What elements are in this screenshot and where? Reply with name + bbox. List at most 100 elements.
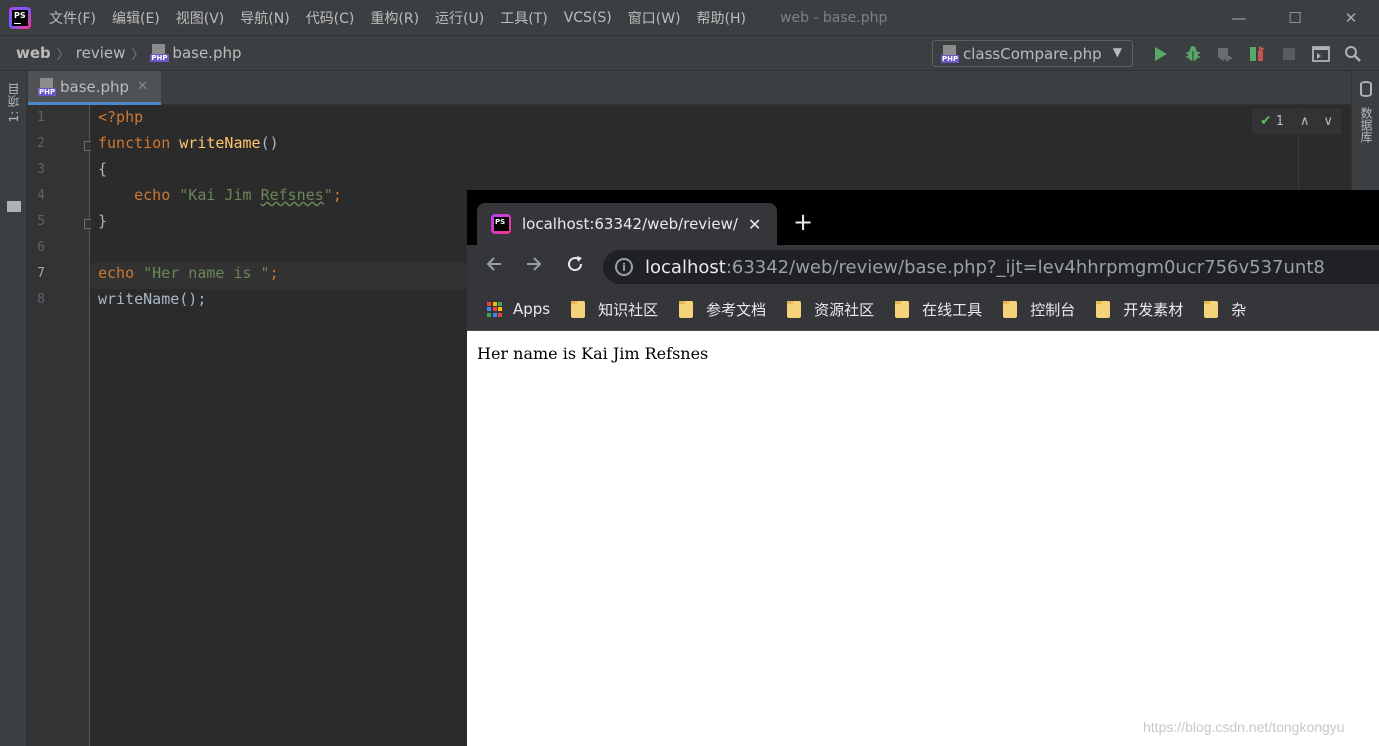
code-token: "Her name is " [143,264,270,282]
bookmark-label: Apps [513,300,551,318]
chevron-down-icon: ▼ [1112,45,1122,59]
run-toolbar [1145,41,1369,67]
line-number: 2 [37,136,45,151]
info-icon[interactable]: i [615,258,633,276]
line-number: 1 [37,110,45,125]
menu-vcs[interactable]: VCS(S) [556,10,620,26]
inspection-widget[interactable]: ✔ 1 ∧ ∨ [1252,108,1342,134]
apps-dot [492,312,497,317]
apps-dot [498,301,502,306]
code-line: { [98,160,107,178]
coverage-icon[interactable] [1209,41,1241,67]
debug-icon[interactable] [1177,41,1209,67]
bookmark-folder[interactable]: 知识社区 [571,299,658,320]
line-number: 4 [37,188,45,203]
run-configuration-select[interactable]: PHP classCompare.php ▼ [932,40,1133,67]
tab-base-php[interactable]: PHP base.php ✕ [28,71,161,105]
bookmark-apps[interactable]: Apps [487,300,550,318]
new-tab-button[interactable]: + [793,210,813,234]
code-line: echo "Her name is "; [98,264,279,282]
browser-tabstrip: localhost:63342/web/review/base.php?_ijt… [467,190,1379,245]
code-token: " [323,186,333,204]
maximize-button[interactable]: ☐ [1267,0,1323,35]
apps-dot [492,301,497,306]
editor-tabbar: PHP base.php ✕ [27,71,1351,105]
apps-dot [487,301,491,306]
line-number: 8 [37,292,45,307]
bookmark-folder[interactable]: 杂 [1204,299,1246,320]
menu-view[interactable]: 视图(V) [168,8,233,28]
menu-edit[interactable]: 编辑(E) [104,8,168,28]
previous-highlight-icon[interactable]: ∧ [1300,114,1310,129]
breadcrumb-project[interactable]: web [16,44,51,62]
browser-tab[interactable]: localhost:63342/web/review/base.php?_ijt… [477,203,777,245]
database-tool-window-button[interactable]: 数据库 [1358,107,1375,143]
bookmarks-bar: Apps 知识社区 参考文档 资源社区 在线工具 控制台 开发素材 杂 [467,288,1379,331]
apps-dot [498,307,502,311]
navigation-bar: web 〉 review 〉 PHP base.php PHP classCom… [0,35,1379,71]
menu-run[interactable]: 运行(U) [427,8,492,28]
code-token: ; [332,186,342,204]
code-token: writeName(); [98,290,207,308]
bookmark-label: 杂 [1231,300,1247,319]
terminal-icon[interactable] [1305,41,1337,67]
menu-help[interactable]: 帮助(H) [689,8,754,28]
folder-icon [1204,300,1219,318]
reload-icon[interactable] [561,253,589,281]
menu-code[interactable]: 代码(C) [298,8,363,28]
folder-icon [679,300,694,318]
bookmark-folder[interactable]: 在线工具 [895,299,982,320]
check-icon: ✔ [1260,113,1272,129]
window-controls: — ☐ ✕ [1211,0,1379,35]
project-tool-window-button[interactable]: 1: 项目 [5,83,22,123]
next-highlight-icon[interactable]: ∨ [1324,114,1334,129]
browser-page-content: Her name is Kai Jim Refsnes [467,331,1379,746]
bookmark-folder[interactable]: 控制台 [1003,299,1075,320]
forward-arrow-icon[interactable] [520,253,548,281]
bookmark-folder[interactable]: 参考文档 [679,299,766,320]
code-line: writeName(); [98,290,206,308]
menu-refactor[interactable]: 重构(R) [362,8,427,28]
database-icon [1360,81,1372,97]
apps-dot [498,312,502,317]
code-token: echo [98,264,135,282]
apps-dot [487,307,491,311]
folder-icon [1096,300,1111,318]
browser-tab-title: localhost:63342/web/review/base.php?_ijt… [522,215,738,233]
address-bar[interactable]: i localhost:63342/web/review/base.php?_i… [603,250,1379,284]
close-window-button[interactable]: ✕ [1323,0,1379,35]
url-path: :63342/web/review/base.php?_ijt=lev4hhrp… [725,256,1325,278]
folder-icon [787,300,802,318]
close-tab-icon[interactable]: ✕ [748,215,761,234]
stop-icon[interactable] [1273,41,1305,67]
breadcrumb-file[interactable]: PHP base.php [150,44,242,62]
menu-navigate[interactable]: 导航(N) [232,8,297,28]
bookmark-folder[interactable]: 资源社区 [787,299,874,320]
bookmark-label: 开发素材 [1123,300,1184,319]
folder-icon [7,201,21,212]
breadcrumb-folder[interactable]: review [76,44,126,62]
code-line: function writeName() [98,134,279,152]
menu-tools[interactable]: 工具(T) [492,8,555,28]
code-line: <?php [98,108,143,126]
menu-file[interactable]: 文件(F) [41,8,104,28]
profiler-icon[interactable] [1241,41,1273,67]
folder-icon [895,300,910,318]
back-arrow-icon[interactable] [480,253,508,281]
window-title: web - base.php [780,9,888,26]
code-token: } [98,212,108,230]
bookmark-folder[interactable]: 开发素材 [1096,299,1183,320]
play-icon[interactable] [1145,41,1177,67]
php-file-icon: PHP [150,44,169,62]
minimize-button[interactable]: — [1211,0,1267,35]
search-icon[interactable] [1337,41,1369,67]
code-token: writeName [179,134,261,152]
url-host: localhost [645,256,726,278]
menu-window[interactable]: 窗口(W) [620,8,689,28]
phpstorm-logo-icon[interactable]: PS [9,6,31,29]
code-token: Refsnes [260,186,324,204]
page-output-text: Her name is Kai Jim Refsnes [477,344,709,363]
close-tab-icon[interactable]: ✕ [137,79,148,94]
